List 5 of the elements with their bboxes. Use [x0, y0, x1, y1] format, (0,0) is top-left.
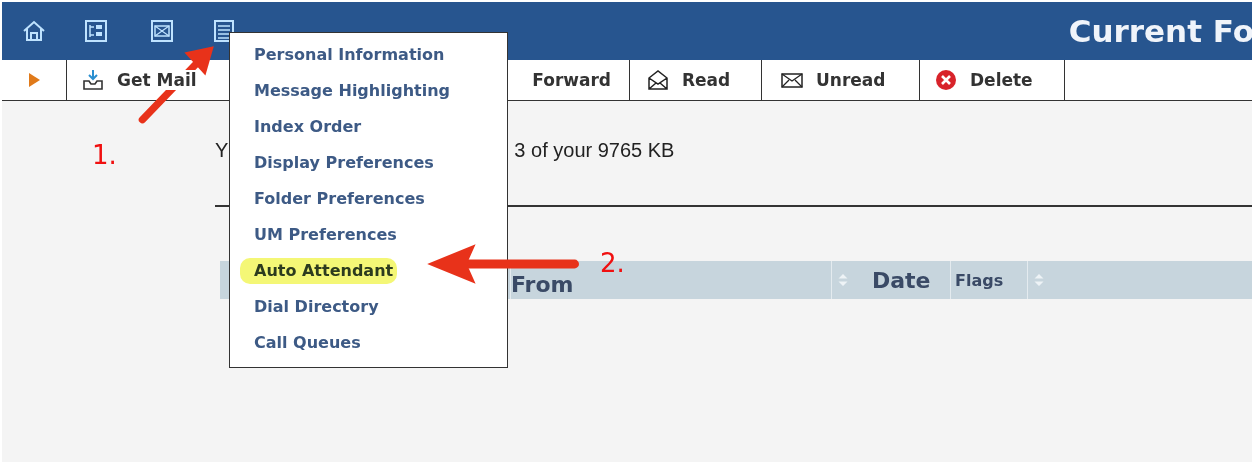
step-number: 2. [600, 248, 625, 278]
quota-text: Y [215, 139, 229, 163]
page-title: Current Fo [1068, 13, 1252, 49]
step-number: 1. [92, 140, 117, 170]
quota-text: 3 of your 9765 KB [514, 139, 675, 163]
